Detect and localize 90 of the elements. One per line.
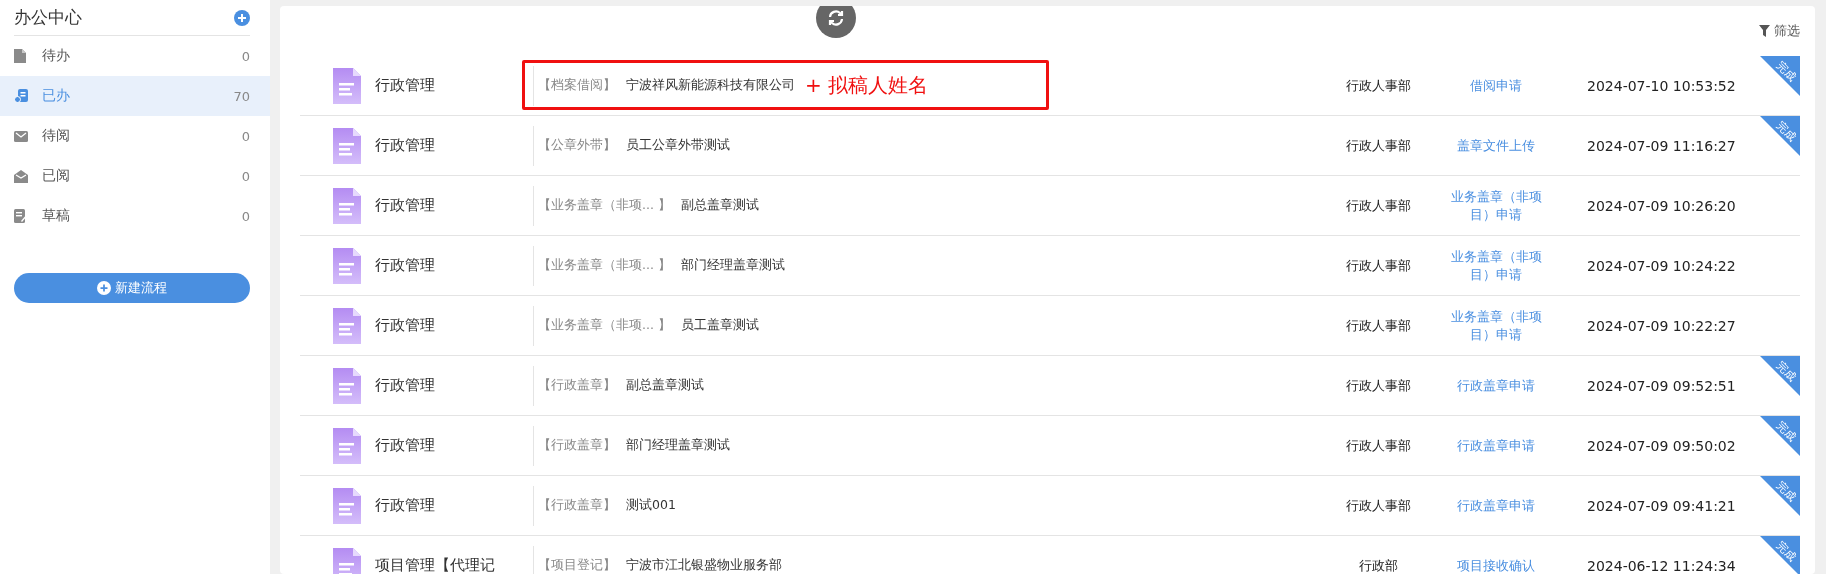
envelope-icon: [14, 130, 28, 142]
status-ribbon: 完成: [1760, 56, 1800, 96]
subject-text[interactable]: 部门经理盖章测试: [680, 257, 785, 274]
workflow-link[interactable]: 业务盖章（非项目）申请: [1440, 247, 1552, 284]
time-text: 2024-07-09 09:52:51: [1587, 377, 1737, 394]
status-ribbon: 完成: [1760, 476, 1800, 516]
filter-icon: [1759, 25, 1770, 37]
department-text: 行政人事部: [1344, 496, 1412, 515]
workflow-link[interactable]: 行政盖章申请: [1440, 496, 1552, 515]
department-text: 行政人事部: [1344, 76, 1412, 95]
time-text: 2024-07-10 10:53:52: [1587, 77, 1737, 94]
subject-text[interactable]: 部门经理盖章测试: [626, 437, 730, 454]
workflow-link[interactable]: 行政盖章申请: [1440, 376, 1552, 395]
category-title: 行政管理: [375, 196, 436, 215]
form-tag: 【项目登记】: [538, 557, 616, 574]
subject-text[interactable]: 副总盖章测试: [626, 377, 704, 394]
time-text: 2024-07-09 11:16:27: [1587, 137, 1737, 154]
sidebar-title: 办公中心: [14, 6, 82, 29]
document-icon: [14, 49, 26, 63]
status-ribbon: 完成: [1760, 116, 1800, 156]
workflow-link[interactable]: 业务盖章（非项目）申请: [1440, 307, 1552, 344]
form-tag: 【档案借阅】: [538, 77, 616, 94]
department-text: 行政人事部: [1344, 196, 1412, 215]
document-icon: [333, 247, 361, 284]
time-text: 2024-07-09 10:24:22: [1587, 257, 1737, 274]
edit-document-icon: [14, 209, 28, 223]
form-tag: 【行政盖章】: [538, 497, 616, 514]
form-tag: 【行政盖章】: [538, 437, 616, 454]
count-label: 0: [241, 208, 250, 224]
subject-text[interactable]: 员工公章外带测试: [626, 137, 730, 154]
subject-text[interactable]: 宁波市江北银盛物业服务部: [626, 557, 782, 574]
department-text: 行政人事部: [1344, 256, 1412, 275]
document-icon: [333, 427, 361, 464]
workflow-link[interactable]: 借阅申请: [1440, 76, 1552, 95]
document-icon: [333, 187, 361, 224]
form-tag: 【行政盖章】: [538, 377, 616, 394]
add-icon[interactable]: [234, 9, 250, 26]
subject-text[interactable]: 员工盖章测试: [680, 317, 759, 334]
category-title: 行政管理: [375, 436, 436, 455]
count-label: 70: [233, 88, 250, 104]
time-text: 2024-07-09 09:41:21: [1587, 497, 1737, 514]
count-label: 0: [241, 128, 250, 144]
sidebar-item[interactable]: 待办 0: [0, 36, 270, 76]
sidebar-item[interactable]: 已阅 0: [0, 156, 270, 196]
sidebar-item[interactable]: 待阅 0: [0, 116, 270, 156]
workflow-link[interactable]: 业务盖章（非项目）申请: [1440, 187, 1552, 224]
document-stack-icon: [14, 89, 28, 103]
subject-text[interactable]: 测试001: [626, 497, 676, 514]
form-tag: 【业务盖章（非项... 】: [538, 257, 671, 274]
department-text: 行政人事部: [1344, 376, 1412, 395]
time-text: 2024-07-09 10:22:27: [1587, 317, 1737, 334]
form-tag: 【业务盖章（非项... 】: [538, 197, 671, 214]
time-text: 2024-07-09 10:26:20: [1587, 197, 1737, 214]
sidebar-item[interactable]: 草稿 0: [0, 196, 270, 236]
document-icon: [333, 487, 361, 524]
category-title: 行政管理: [375, 136, 436, 155]
document-icon: [333, 67, 361, 104]
subject-text[interactable]: 宁波祥风新能源科技有限公司: [626, 77, 795, 94]
document-icon: [333, 307, 361, 344]
time-text: 2024-07-09 09:50:02: [1587, 437, 1737, 454]
refresh-icon: [826, 8, 846, 28]
refresh-button[interactable]: [816, 6, 856, 38]
category-title: 行政管理: [375, 376, 436, 395]
department-text: 行政人事部: [1344, 436, 1412, 455]
filter-button[interactable]: 筛选: [1759, 22, 1800, 40]
category-title: 项目管理【代理记: [375, 556, 496, 574]
status-ribbon: 完成: [1760, 356, 1800, 396]
category-title: 行政管理: [375, 496, 436, 515]
category-title: 行政管理: [375, 76, 436, 95]
category-title: 行政管理: [375, 316, 436, 335]
annotation-text: + 拟稿人姓名: [805, 72, 929, 99]
document-icon: [333, 367, 361, 404]
status-ribbon: 完成: [1760, 536, 1800, 574]
add-icon: [97, 281, 111, 295]
department-text: 行政部: [1357, 556, 1399, 574]
count-label: 0: [241, 168, 250, 184]
status-ribbon: 完成: [1760, 416, 1800, 456]
form-tag: 【公章外带】: [538, 137, 616, 154]
department-text: 行政人事部: [1344, 316, 1412, 335]
count-label: 0: [241, 48, 250, 64]
workflow-link[interactable]: 盖章文件上传: [1440, 136, 1552, 155]
open-envelope-icon: [14, 169, 28, 183]
subject-text[interactable]: 副总盖章测试: [680, 197, 759, 214]
workflow-link[interactable]: 行政盖章申请: [1440, 436, 1552, 455]
department-text: 行政人事部: [1344, 136, 1412, 155]
category-title: 行政管理: [375, 256, 436, 275]
document-icon: [333, 127, 361, 164]
time-text: 2024-06-12 11:24:34: [1587, 557, 1737, 574]
workflow-link[interactable]: 项目接收确认: [1440, 556, 1552, 574]
form-tag: 【业务盖章（非项... 】: [538, 317, 671, 334]
